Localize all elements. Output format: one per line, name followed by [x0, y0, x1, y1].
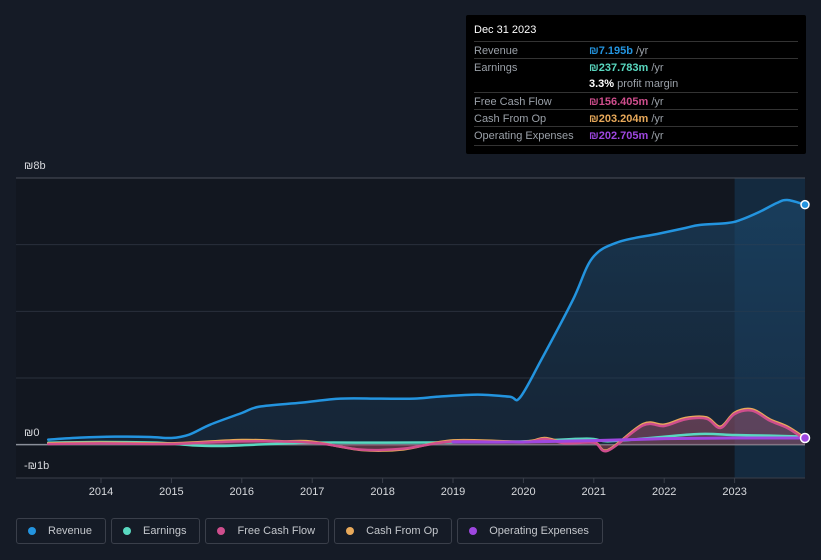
legend-label: Operating Expenses [489, 525, 589, 537]
tooltip-value: 3.3% profit margin [589, 78, 679, 90]
tooltip-divider [474, 145, 798, 146]
legend: Revenue Earnings Free Cash Flow Cash Fro… [16, 518, 603, 544]
tooltip-row-free-cash-flow: Free Cash Flow ₪156.405m /yr [474, 92, 798, 110]
legend-label: Cash From Op [366, 525, 439, 537]
legend-item-free-cash-flow[interactable]: Free Cash Flow [205, 518, 330, 544]
tooltip-label: Revenue [474, 45, 519, 57]
tooltip-row-cash-from-op: Cash From Op ₪203.204m /yr [474, 109, 798, 127]
x-tick-label: 2019 [441, 486, 465, 498]
x-tick-label: 2014 [89, 486, 113, 498]
x-tick-label: 2021 [582, 486, 606, 498]
legend-dot-icon [28, 527, 36, 535]
y-tick-label-zero: ₪0 [24, 427, 40, 439]
legend-item-operating-expenses[interactable]: Operating Expenses [457, 518, 603, 544]
tooltip-row-operating-expenses: Operating Expenses ₪202.705m /yr [474, 126, 798, 144]
tooltip-row-profit-margin: 3.3% profit margin [474, 75, 798, 92]
legend-dot-icon [346, 527, 355, 535]
legend-label: Revenue [48, 525, 93, 537]
legend-dot-icon [123, 527, 132, 535]
tooltip-label: Free Cash Flow [474, 96, 552, 108]
tooltip-row-earnings: Earnings ₪237.783m /yr [474, 58, 798, 76]
legend-label: Free Cash Flow [237, 525, 316, 537]
tooltip-label: Cash From Op [474, 113, 547, 125]
y-tick-label-top: ₪8b [24, 160, 46, 172]
x-tick-label: 2023 [722, 486, 746, 498]
revenue-end-marker [800, 199, 810, 210]
tooltip-value: ₪203.204m /yr [589, 113, 664, 125]
tooltip-label: Earnings [474, 62, 518, 74]
tooltip-value: ₪202.705m /yr [589, 130, 664, 142]
x-tick-label: 2022 [652, 486, 676, 498]
legend-item-earnings[interactable]: Earnings [111, 518, 201, 544]
tooltip-date: Dec 31 2023 [474, 24, 537, 36]
x-tick-label: 2016 [230, 486, 254, 498]
legend-dot-icon [217, 527, 226, 535]
legend-item-revenue[interactable]: Revenue [16, 518, 107, 544]
tooltip-label: Operating Expenses [474, 130, 574, 142]
tooltip: Dec 31 2023 Revenue ₪7.195b /yr Earnings… [466, 15, 806, 154]
x-tick-label: 2018 [370, 486, 394, 498]
x-tick-label: 2020 [511, 486, 535, 498]
tooltip-value: ₪237.783m /yr [589, 62, 664, 74]
operating-expenses-end-marker [799, 432, 811, 444]
legend-label: Earnings [143, 525, 187, 537]
legend-dot-icon [469, 527, 478, 535]
tooltip-value: ₪156.405m /yr [589, 96, 664, 108]
y-tick-label-bottom: -₪1b [24, 460, 50, 472]
legend-item-cash-from-op[interactable]: Cash From Op [334, 518, 453, 544]
tooltip-value: ₪7.195b /yr [589, 45, 649, 57]
tooltip-row-revenue: Revenue ₪7.195b /yr [474, 41, 798, 59]
x-tick-label: 2015 [159, 486, 183, 498]
x-axis: 2014 2015 2016 2017 2018 2019 2020 2021 2022 2023 [89, 478, 747, 498]
x-tick-label: 2017 [300, 486, 324, 498]
